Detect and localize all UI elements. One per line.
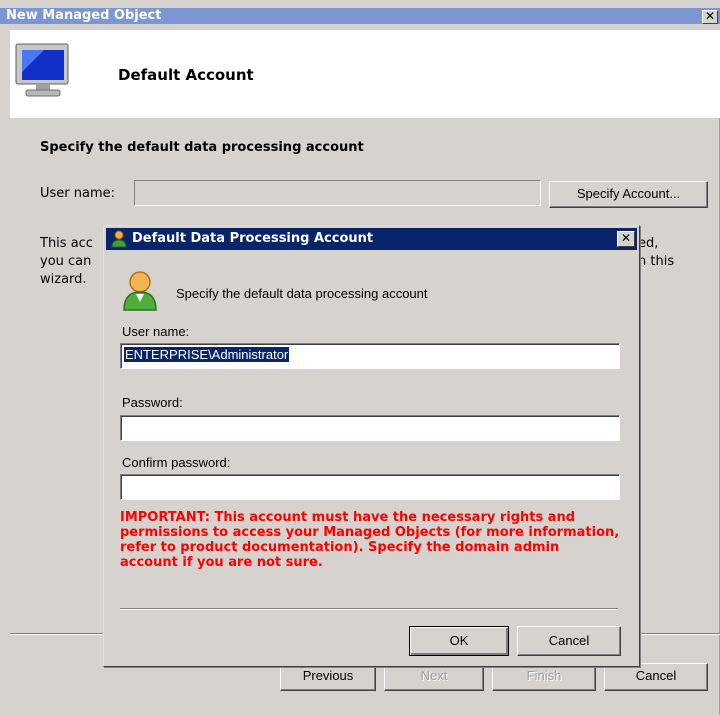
password-label: Password: bbox=[122, 395, 183, 410]
user-icon bbox=[111, 230, 127, 248]
confirm-password-label: Confirm password: bbox=[122, 455, 231, 470]
user-icon bbox=[123, 271, 157, 311]
username-field[interactable] bbox=[134, 180, 541, 206]
wizard-close-button[interactable]: ✕ bbox=[702, 10, 718, 24]
cancel-button[interactable]: Cancel bbox=[604, 663, 708, 691]
info-text: n this bbox=[638, 254, 675, 269]
previous-button[interactable]: Previous bbox=[280, 663, 376, 691]
warning-text: IMPORTANT: This account must have the ne… bbox=[120, 510, 620, 570]
monitor-icon bbox=[15, 43, 69, 97]
info-text: wizard. bbox=[40, 272, 87, 287]
username-label: User name: bbox=[40, 186, 116, 201]
dialog-divider bbox=[120, 608, 618, 610]
ok-button[interactable]: OK bbox=[409, 626, 509, 656]
dialog-titlebar: Default Data Processing Account ✕ bbox=[106, 228, 637, 250]
info-text: ed, bbox=[638, 236, 659, 251]
confirm-password-field[interactable] bbox=[120, 474, 620, 500]
specify-account-button[interactable]: Specify Account... bbox=[549, 181, 708, 208]
dialog-username-field[interactable]: ENTERPRISE\Administrator bbox=[120, 343, 620, 369]
wizard-title: New Managed Object bbox=[4, 8, 164, 24]
dialog-cancel-button[interactable]: Cancel bbox=[517, 626, 621, 656]
section-heading: Specify the default data processing acco… bbox=[40, 140, 364, 155]
finish-button[interactable]: Finish bbox=[492, 663, 596, 691]
dialog-username-label: User name: bbox=[122, 324, 190, 339]
info-text: This acc bbox=[40, 236, 93, 251]
dialog-username-value: ENTERPRISE\Administrator bbox=[124, 347, 290, 362]
info-text: you can bbox=[40, 254, 92, 269]
dialog-header-text: Specify the default data processing acco… bbox=[176, 286, 428, 301]
next-button[interactable]: Next bbox=[384, 663, 484, 691]
page-title: Default Account bbox=[118, 66, 254, 84]
wizard-header bbox=[10, 30, 720, 118]
account-dialog: Default Data Processing Account ✕ Specif… bbox=[103, 225, 640, 667]
password-field[interactable] bbox=[120, 415, 620, 441]
dialog-title: Default Data Processing Account bbox=[132, 231, 374, 246]
dialog-close-button[interactable]: ✕ bbox=[617, 231, 635, 247]
wizard-titlebar: New Managed Object ✕ bbox=[0, 0, 720, 30]
